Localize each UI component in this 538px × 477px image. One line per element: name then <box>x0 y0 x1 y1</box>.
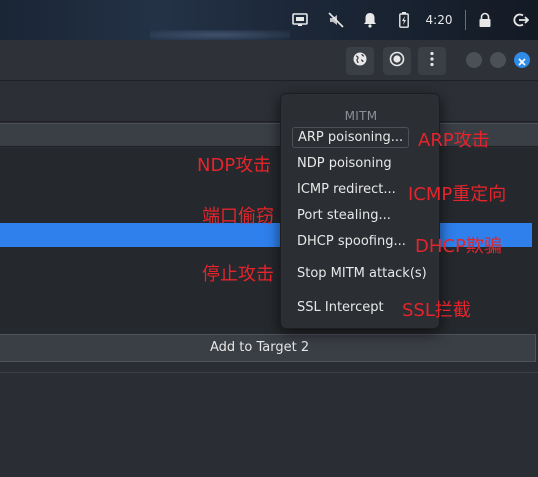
wallpaper-detail <box>150 30 290 40</box>
close-button[interactable] <box>514 52 530 68</box>
mute-icon[interactable] <box>325 8 347 32</box>
mitm-menu: MITM ARP poisoning... NDP poisoning ICMP… <box>280 93 440 329</box>
add-to-target-2-button[interactable]: Add to Target 2 <box>0 334 536 362</box>
close-icon <box>518 51 526 70</box>
bell-icon[interactable] <box>360 8 380 32</box>
menu-item-ssl-intercept[interactable]: SSL Intercept <box>297 300 384 315</box>
battery-icon[interactable] <box>395 8 413 32</box>
annotation-port: 端口偷窃 <box>202 206 274 227</box>
tab-strip <box>0 82 538 122</box>
annotation-dhcp: DHCP欺骗 <box>415 236 502 257</box>
record-button[interactable] <box>383 47 411 75</box>
annotation-ndp: NDP攻击 <box>197 155 272 176</box>
display-icon[interactable] <box>289 8 311 32</box>
annotation-icmp: ICMP重定向 <box>408 184 507 205</box>
more-icon <box>429 51 435 71</box>
annotation-ssl: SSL拦截 <box>402 300 471 321</box>
menu-item-dhcp-spoofing[interactable]: DHCP spoofing... <box>297 234 406 249</box>
annotation-arp: ARP攻击 <box>418 130 490 151</box>
maximize-button[interactable] <box>490 52 506 68</box>
menu-item-port-stealing[interactable]: Port stealing... <box>297 208 391 223</box>
lock-icon[interactable] <box>476 8 494 32</box>
toolbar <box>0 40 538 81</box>
menu-item-ndp-poisoning[interactable]: NDP poisoning <box>297 156 392 171</box>
minimize-button[interactable] <box>466 52 482 68</box>
bottom-panel <box>0 363 538 477</box>
bottom-divider <box>0 372 538 373</box>
add-to-target-2-label: Add to Target 2 <box>210 340 310 355</box>
mitm-menu-title: MITM <box>344 109 378 123</box>
logout-icon[interactable] <box>512 8 530 32</box>
menu-item-arp-poisoning[interactable]: ARP poisoning... <box>292 127 410 148</box>
menu-item-icmp-redirect[interactable]: ICMP redirect... <box>297 182 396 197</box>
tray-divider <box>465 10 466 30</box>
record-icon <box>389 51 405 71</box>
annotation-stop: 停止攻击 <box>202 264 274 285</box>
menu-item-stop-mitm-attacks[interactable]: Stop MITM attack(s) <box>297 266 427 281</box>
globe-button[interactable] <box>346 47 374 75</box>
more-menu-button[interactable] <box>418 47 446 75</box>
clock[interactable]: 4:20 <box>422 8 456 32</box>
globe-icon <box>352 51 368 71</box>
system-top-bar: 4:20 <box>0 0 538 40</box>
